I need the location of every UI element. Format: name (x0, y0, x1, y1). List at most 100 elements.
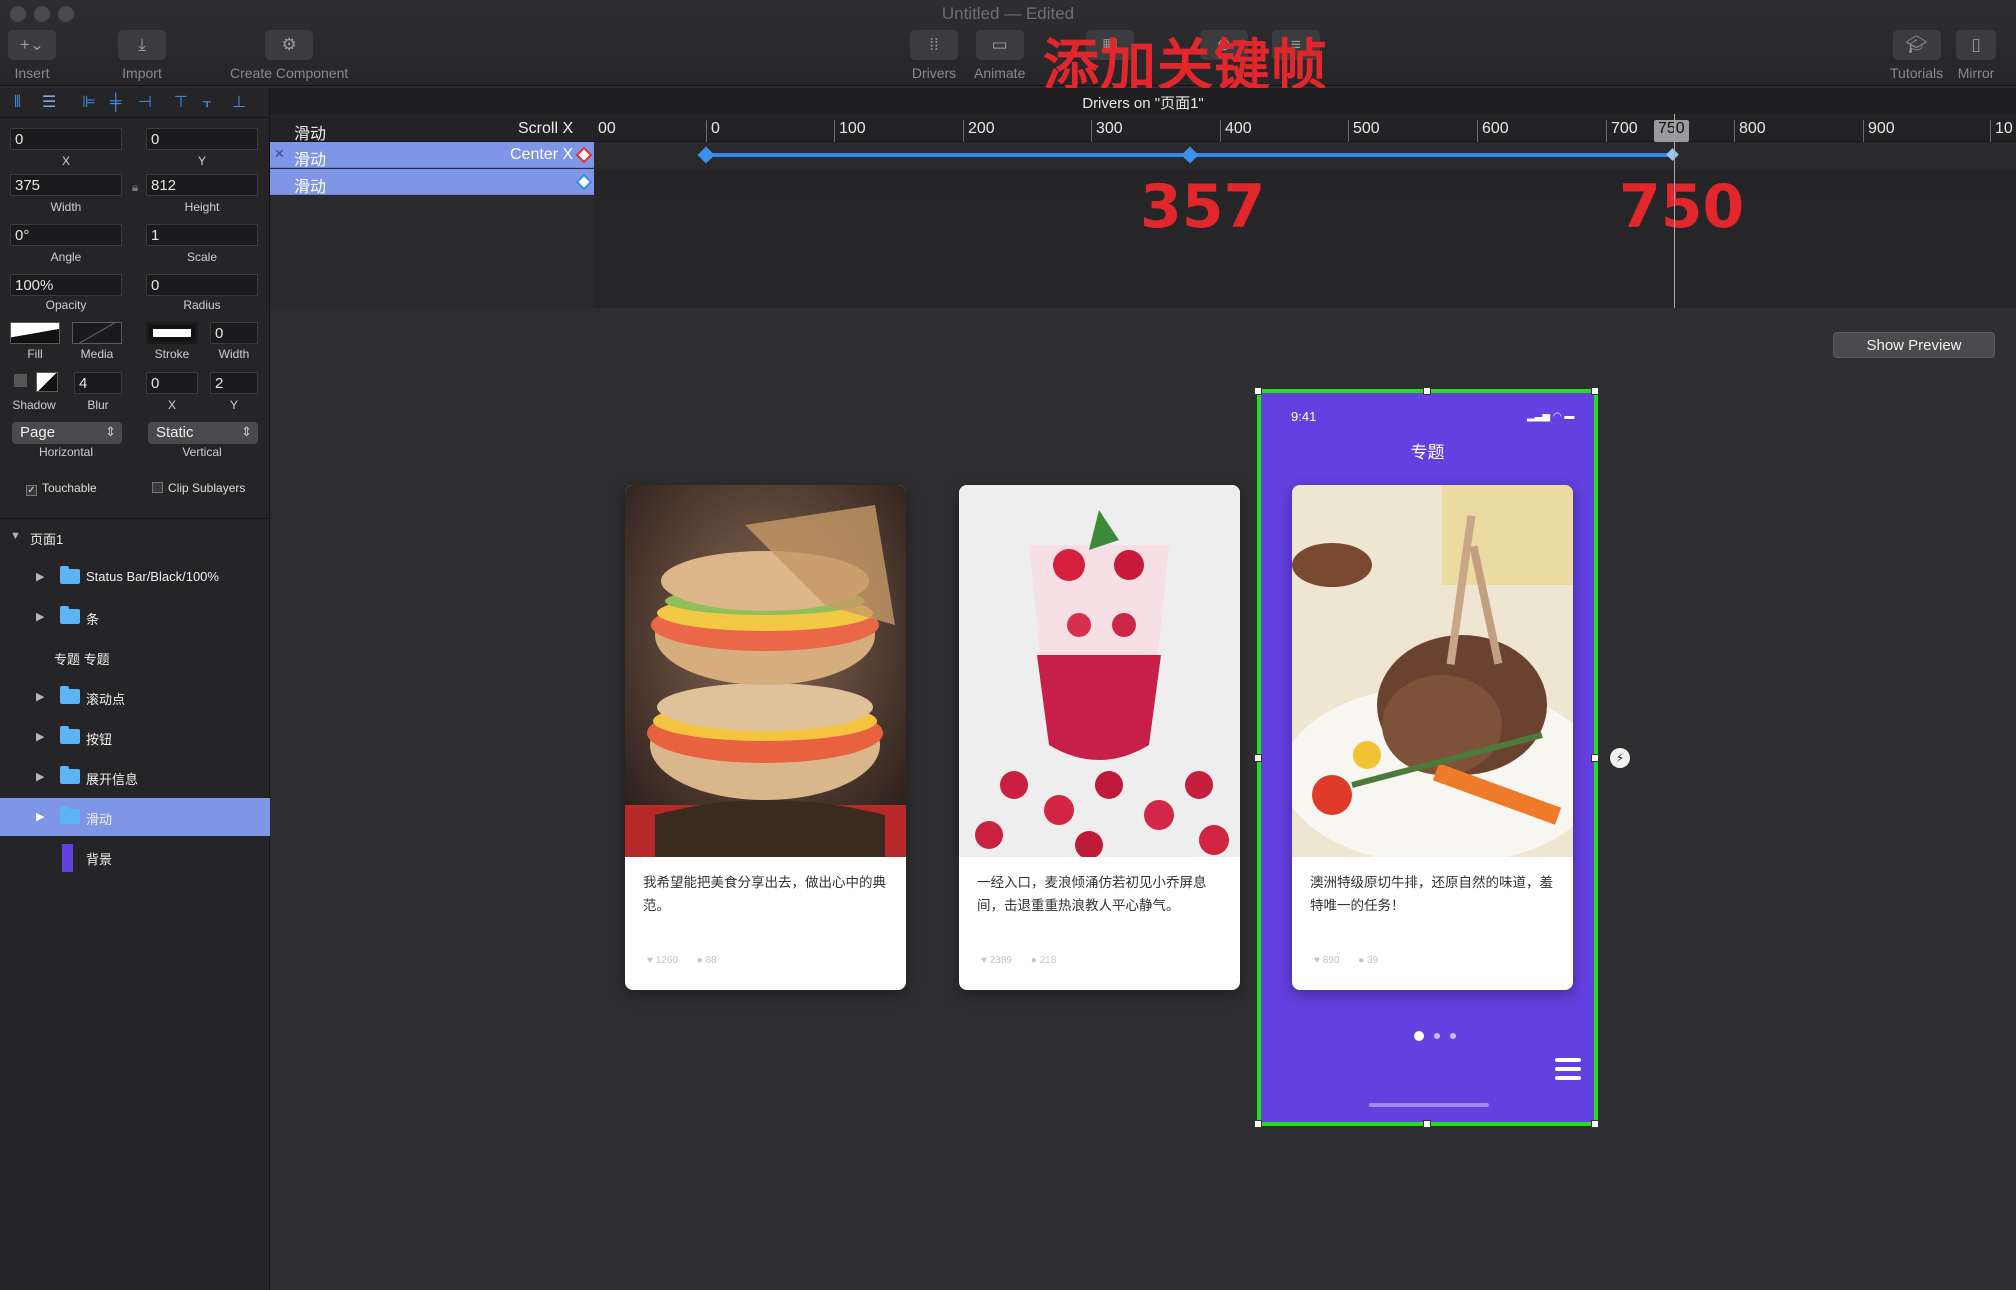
touchable-checkbox[interactable]: ✓ Touchable (26, 481, 97, 496)
align-top-icon[interactable]: ⊤ (174, 95, 192, 111)
resize-handle[interactable] (1423, 1120, 1431, 1128)
shadow-y-field[interactable]: 2 (210, 372, 258, 394)
create-component-button[interactable]: ⚙ Create Component (230, 30, 348, 81)
heart-icon[interactable]: ♥︎ 2389 (981, 955, 1012, 966)
timeline-ruler[interactable]: 滑动 Scroll X 00 0 100 200 300 400 500 600… (270, 114, 2016, 143)
scale-field[interactable]: 1 (146, 224, 258, 246)
resize-handle[interactable] (1254, 387, 1262, 395)
width-field[interactable]: 375 (10, 174, 122, 196)
timeline-caption: Drivers on "页面1" (1082, 95, 1204, 112)
lightning-icon[interactable]: ⚡︎ (1610, 748, 1630, 768)
timeline-tracks: ✕ 滑动 Center X 滑动 357 750 (270, 142, 2016, 308)
card-stats: ♥︎ 1260 ● 88 (647, 955, 733, 966)
layer-item-bar[interactable]: ▶ 条 (0, 598, 270, 636)
import-button[interactable]: ⤓ Import (118, 30, 166, 81)
shadow-x-field[interactable]: 0 (146, 372, 198, 394)
disclosure-closed-icon[interactable]: ▶ (36, 610, 44, 623)
layer-name: 条 (86, 612, 100, 627)
align-center-horizontal-icon[interactable]: ╪ (110, 95, 128, 111)
driver-row[interactable]: 滑动 Scroll X (270, 114, 594, 143)
fill-swatch[interactable] (10, 322, 60, 344)
shadow-color-swatch[interactable] (36, 372, 58, 392)
layer-item-title-text[interactable]: 专题 专题 (0, 638, 270, 676)
sandwich-image (625, 485, 906, 857)
show-preview-button[interactable]: Show Preview (1833, 332, 1995, 358)
resize-handle[interactable] (1254, 1120, 1262, 1128)
card-drink[interactable]: 一经入口，麦浪倾涌仿若初见小乔屏息间，击退重重热浪教人平心静气。 ♥︎ 2389… (959, 485, 1240, 990)
x-field[interactable]: 0 (10, 128, 122, 150)
opacity-label: Opacity (45, 298, 87, 312)
shadow-checkbox[interactable] (14, 374, 27, 387)
track-lane-2[interactable] (594, 169, 2016, 196)
raspberry-drink-image (959, 485, 1240, 859)
clip-sublayers-checkbox[interactable]: Clip Sublayers (152, 481, 245, 495)
resize-handle[interactable] (1423, 387, 1431, 395)
ruler-tick: 800 (1734, 120, 1766, 142)
layer-name: Status Bar/Black/100% (86, 569, 219, 584)
blur-field[interactable]: 4 (74, 372, 122, 394)
opacity-field[interactable]: 100% (10, 274, 122, 296)
media-swatch[interactable] (72, 322, 122, 344)
comment-icon[interactable]: ● 218 (1031, 955, 1057, 966)
layer-item-status-bar[interactable]: ▶ Status Bar/Black/100% (0, 558, 270, 596)
folder-icon (60, 606, 80, 624)
align-left-icon[interactable]: ⊫ (82, 95, 100, 111)
layer-item-scroll[interactable]: ▶ 滑动 (0, 798, 270, 836)
disclosure-closed-icon[interactable]: ▶ (36, 690, 44, 703)
folder-icon (60, 686, 80, 704)
stroke-swatch[interactable] (146, 322, 198, 344)
canvas[interactable]: Show Preview 我希望能把美食分享出去，做出心中的典范。 ♥︎ 126… (271, 308, 2016, 1290)
disclosure-open-icon[interactable]: ▼ (10, 530, 21, 542)
layer-item-background[interactable]: 背景 (0, 838, 270, 876)
timeline-playhead[interactable] (1674, 114, 1675, 308)
vertical-scroll-select[interactable]: Static (148, 422, 258, 444)
horizontal-scroll-select[interactable]: Page (12, 422, 122, 444)
disclosure-closed-icon[interactable]: ▶ (36, 810, 44, 823)
angle-field[interactable]: 0° (10, 224, 122, 246)
card-sandwich[interactable]: 我希望能把美食分享出去，做出心中的典范。 ♥︎ 1260 ● 88 (625, 485, 906, 990)
align-bottom-icon[interactable]: ⊥ (232, 95, 250, 111)
ruler-tick: 500 (1348, 120, 1380, 142)
track-row-center-x[interactable]: ✕ 滑动 Center X (270, 142, 594, 169)
y-field[interactable]: 0 (146, 128, 258, 150)
height-field[interactable]: 812 (146, 174, 258, 196)
disclosure-closed-icon[interactable]: ▶ (36, 570, 44, 583)
insert-button[interactable]: +⌄ Insert (8, 30, 56, 81)
disclosure-closed-icon[interactable]: ▶ (36, 730, 44, 743)
timeline-header: Drivers on "页面1" (270, 88, 2016, 114)
keyframe-toggle-icon[interactable] (575, 173, 593, 191)
distribute-horizontal-icon[interactable]: ⫴ (14, 95, 32, 111)
radius-field[interactable]: 0 (146, 274, 258, 296)
resize-handle[interactable] (1591, 1120, 1599, 1128)
width-label: Width (50, 200, 82, 214)
align-right-icon[interactable]: ⊣ (138, 95, 156, 111)
import-label: Import (122, 65, 162, 81)
layer-name: 滑动 (86, 812, 113, 827)
close-icon[interactable]: ✕ (274, 146, 285, 162)
distribute-vertical-icon[interactable]: ☰ (42, 95, 60, 111)
ruler-playhead-label[interactable]: 750 (1654, 120, 1689, 142)
layer-item-button[interactable]: ▶ 按钮 (0, 718, 270, 756)
track-row-2[interactable]: 滑动 (270, 169, 594, 196)
checkmark-icon: ✓ (26, 485, 37, 496)
resize-handle[interactable] (1591, 387, 1599, 395)
keyframe-toggle-icon[interactable] (575, 146, 593, 164)
resize-handle[interactable] (1591, 754, 1599, 762)
heart-icon[interactable]: ♥︎ 1260 (647, 955, 678, 966)
layer-item-scroll-dots[interactable]: ▶ 滚动点 (0, 678, 270, 716)
create-component-label: Create Component (230, 65, 349, 81)
mirror-button[interactable]: ▯ Mirror (1956, 30, 1996, 81)
resize-handle[interactable] (1254, 754, 1262, 762)
drivers-button[interactable]: ⁞⁞ Drivers (910, 30, 958, 81)
comment-icon[interactable]: ● 88 (697, 955, 717, 966)
align-middle-icon[interactable]: ⫟ (202, 95, 220, 111)
shadow-x-label: X (167, 398, 176, 412)
lock-icon[interactable]: 🔒︎ (128, 180, 142, 195)
animate-button[interactable]: ▭ Animate (974, 30, 1025, 81)
stroke-width-field[interactable]: 0 (210, 322, 258, 344)
tutorials-button[interactable]: 🎓︎ Tutorials (1890, 30, 1943, 81)
height-label: Height (184, 200, 220, 214)
layer-item-expand-info[interactable]: ▶ 展开信息 (0, 758, 270, 796)
disclosure-closed-icon[interactable]: ▶ (36, 770, 44, 783)
layer-item-page[interactable]: ▼ 页面1 (0, 518, 270, 556)
